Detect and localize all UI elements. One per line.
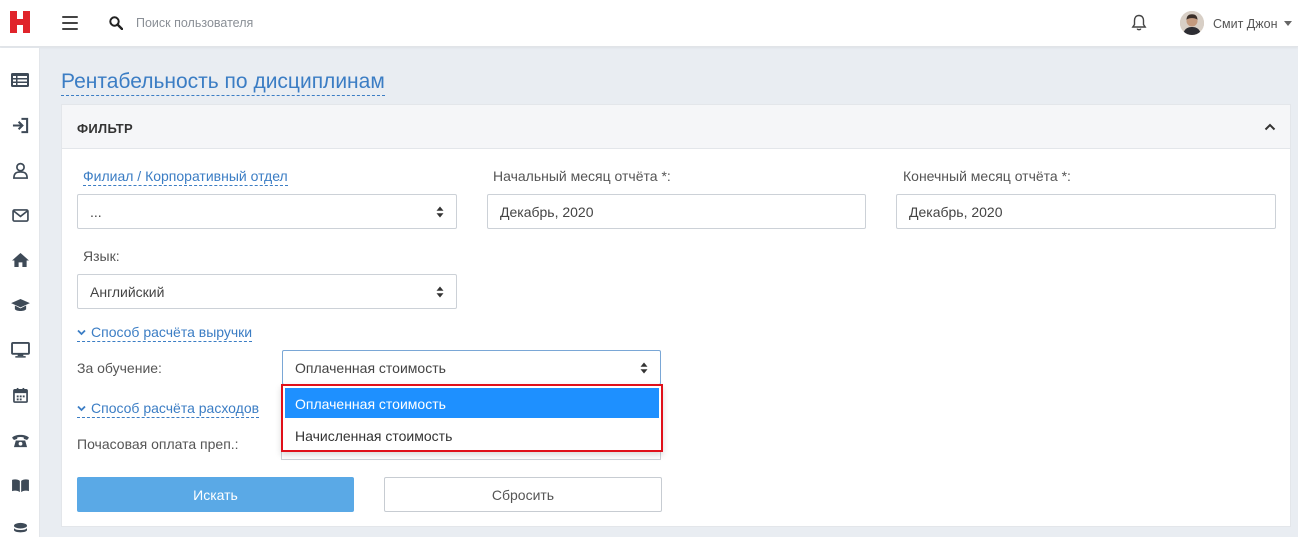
sidebar (0, 48, 40, 537)
envelope-icon[interactable] (10, 205, 30, 225)
revenue-method-toggle[interactable]: Способ расчёта выручки (77, 324, 253, 342)
home-icon[interactable] (10, 250, 30, 270)
sort-arrows-icon (436, 286, 444, 298)
list-icon[interactable] (10, 70, 30, 90)
tuition-select-value: Оплаченная стоимость (295, 360, 446, 376)
filter-panel-header[interactable]: ФИЛЬТР (62, 105, 1290, 149)
avatar[interactable] (1180, 11, 1204, 35)
reset-button[interactable]: Сбросить (384, 477, 662, 512)
language-label: Язык: (83, 248, 120, 264)
expense-method-label: Способ расчёта расходов (91, 400, 260, 416)
branch-select[interactable]: ... (77, 194, 457, 229)
chevron-down-icon (77, 405, 86, 412)
chevron-up-icon[interactable] (1264, 122, 1276, 132)
tuition-select[interactable]: Оплаченная стоимость (282, 350, 661, 385)
user-icon[interactable] (10, 160, 30, 180)
coins-icon[interactable] (10, 518, 30, 537)
search-button[interactable]: Искать (77, 477, 354, 512)
tuition-dropdown-list: Оплаченная стоимость Начисленная стоимос… (281, 384, 663, 452)
page-title[interactable]: Рентабельность по дисциплинам (61, 70, 385, 96)
end-month-input[interactable]: Декабрь, 2020 (896, 194, 1276, 229)
dropdown-option-paid[interactable]: Оплаченная стоимость (285, 388, 659, 418)
graduation-cap-icon[interactable] (10, 295, 30, 315)
hourly-pay-label: Почасовая оплата преп.: (77, 436, 239, 452)
caret-down-icon[interactable] (1284, 21, 1292, 26)
search-icon (109, 16, 123, 30)
user-search-input[interactable] (130, 13, 430, 33)
logo-icon[interactable] (9, 10, 31, 34)
start-month-value: Декабрь, 2020 (500, 204, 594, 220)
branch-select-value: ... (90, 204, 102, 220)
branch-label-link[interactable]: Филиал / Корпоративный отдел (83, 168, 288, 186)
language-select-value: Английский (90, 284, 165, 300)
user-name[interactable]: Смит Джон (1213, 17, 1277, 31)
sort-arrows-icon (436, 206, 444, 218)
dropdown-option-accrued[interactable]: Начисленная стоимость (285, 420, 659, 450)
sign-in-icon[interactable] (10, 115, 30, 135)
start-month-label: Начальный месяц отчёта *: (493, 168, 671, 184)
language-select[interactable]: Английский (77, 274, 457, 309)
hamburger-menu-icon[interactable] (62, 16, 78, 30)
monitor-icon[interactable] (10, 340, 30, 360)
expense-method-toggle[interactable]: Способ расчёта расходов (77, 400, 260, 418)
chevron-down-icon (77, 329, 86, 336)
tuition-label: За обучение: (77, 360, 162, 376)
bell-icon[interactable] (1131, 14, 1147, 32)
end-month-value: Декабрь, 2020 (909, 204, 1003, 220)
start-month-input[interactable]: Декабрь, 2020 (487, 194, 866, 229)
calendar-icon[interactable] (10, 385, 30, 405)
filter-panel-title: ФИЛЬТР (77, 121, 134, 136)
revenue-method-label: Способ расчёта выручки (91, 324, 253, 340)
phone-icon[interactable] (10, 430, 30, 450)
end-month-label: Конечный месяц отчёта *: (903, 168, 1071, 184)
book-icon[interactable] (10, 475, 30, 495)
top-bar: Смит Джон (0, 0, 1298, 47)
sort-arrows-icon (640, 362, 648, 374)
